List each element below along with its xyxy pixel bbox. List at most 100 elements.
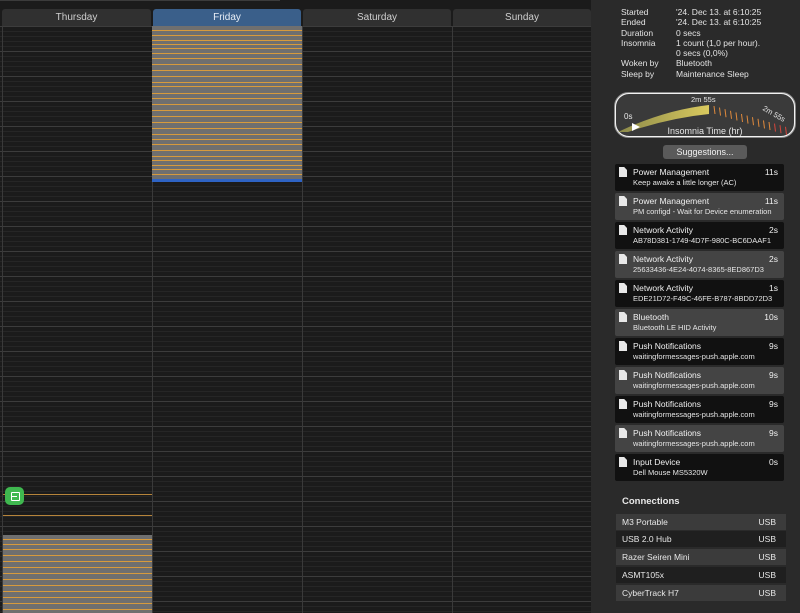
suggestion-duration: 11s (764, 196, 778, 206)
grid-line (0, 231, 591, 232)
grid-line (0, 356, 591, 357)
grid-line (0, 196, 591, 197)
grid-line (0, 471, 591, 472)
suggestion-item[interactable]: Push Notifications 9s waitingformessages-p… (615, 425, 784, 452)
connection-row[interactable]: ASMT105x USB (616, 567, 786, 583)
suggestion-item[interactable]: Power Management 11s PM configd - Wait for… (615, 193, 784, 220)
suggestion-title: Push Notifications (633, 370, 702, 380)
grid-line (0, 451, 591, 452)
sleep-session-end-bar (152, 179, 302, 182)
suggestion-item[interactable]: Network Activity 2s AB78D381-1749-4D7F-980… (615, 222, 784, 249)
sleep-by-value: Maintenance Sleep (676, 68, 749, 79)
sleep-by-label: Sleep by (621, 68, 655, 79)
activity-stripe (3, 539, 152, 540)
grid-line (0, 491, 591, 492)
sleep-session-block[interactable] (3, 535, 152, 613)
activity-stripe (152, 53, 302, 54)
suggestion-item[interactable]: Push Notifications 9s waitingformessages-p… (615, 396, 784, 423)
grid-line (0, 416, 591, 417)
grid-line (0, 301, 591, 302)
suggestion-item[interactable]: Push Notifications 9s waitingformessages-p… (615, 367, 784, 394)
connection-row[interactable]: Razer Seiren Mini USB (616, 549, 786, 565)
grid-line (0, 436, 591, 437)
suggestion-item[interactable]: Power Management 11s Keep awake a little l… (615, 164, 784, 191)
document-icon (619, 341, 627, 351)
suggestion-item[interactable]: Input Device 0s Dell Mouse MS5320W (615, 454, 784, 481)
suggestions-button[interactable]: Suggestions... (663, 145, 747, 159)
sleep-session-block[interactable] (152, 26, 302, 179)
grid-line (0, 256, 591, 257)
calendar-view[interactable]: Thursday Friday Saturday Sunday (0, 0, 591, 613)
grid-line (0, 531, 591, 532)
activity-stripe (3, 573, 152, 574)
grid-line (0, 346, 591, 347)
suggestion-detail: EDE21D72-F49C-46FE-B787-8BDD72D3 (633, 294, 773, 303)
day-tab-sunday[interactable]: Sunday (453, 9, 591, 26)
connection-type: USB (758, 588, 776, 598)
document-icon (619, 428, 627, 438)
grid-line (0, 221, 591, 222)
day-tab-friday[interactable]: Friday (153, 9, 301, 26)
grid-line (0, 501, 591, 502)
activity-stripe (3, 609, 152, 610)
grid-line (0, 201, 591, 202)
suggestion-detail: AB78D381-1749-4D7F-980C-BC6DAAF1 (633, 236, 771, 245)
connection-row[interactable]: USB 2.0 Hub USB (616, 531, 786, 547)
activity-stripe (152, 35, 302, 36)
top-divider (0, 0, 280, 1)
grid-line (0, 521, 591, 522)
grid-line (0, 466, 591, 467)
suggestion-duration: 9s (769, 341, 778, 351)
connection-type: USB (758, 570, 776, 580)
connection-type: USB (758, 534, 776, 544)
grid-line (0, 281, 591, 282)
day-tab-thursday[interactable]: Thursday (2, 9, 151, 26)
suggestion-item[interactable]: Push Notifications 9s waitingformessages-p… (615, 338, 784, 365)
suggestion-detail: waitingformessages-push.apple.com (633, 352, 755, 361)
activity-stripe (152, 70, 302, 71)
suggestion-detail: Dell Mouse MS5320W (633, 468, 708, 477)
connection-row[interactable]: M3 Portable USB (616, 514, 786, 530)
connection-row[interactable]: CyberTrack H7 USB (616, 585, 786, 601)
activity-stripe (3, 561, 152, 562)
grid-line (0, 431, 591, 432)
grid-line (0, 406, 591, 407)
started-value: '24. Dec 13. at 6:10:25 (676, 7, 762, 17)
grid-line (0, 191, 591, 192)
grid-line (0, 271, 591, 272)
suggestion-title: Push Notifications (633, 399, 702, 409)
grid-line (0, 306, 591, 307)
activity-stripe (152, 144, 302, 145)
activity-stripe (152, 58, 302, 59)
day-tab-saturday[interactable]: Saturday (303, 9, 451, 26)
suggestion-item[interactable]: Network Activity 1s EDE21D72-F49C-46FE-B78… (615, 280, 784, 307)
suggestion-item[interactable]: Network Activity 2s 25633436-4E24-4074-836… (615, 251, 784, 278)
sleep-event-icon[interactable] (5, 487, 24, 505)
activity-stripe (3, 555, 152, 556)
grid-line (0, 411, 591, 412)
suggestion-item[interactable]: Bluetooth 10s Bluetooth LE HID Activity (615, 309, 784, 336)
activity-stripe (152, 139, 302, 140)
grid-line (0, 296, 591, 297)
grid-line (0, 391, 591, 392)
activity-stripe (152, 76, 302, 77)
duration-label: Duration (621, 27, 654, 38)
grid-line (0, 376, 591, 377)
activity-stripe (152, 116, 302, 117)
suggestion-title: Push Notifications (633, 341, 702, 351)
activity-stripe (152, 82, 302, 83)
connection-name: ASMT105x (622, 570, 665, 580)
activity-stripe (3, 597, 152, 598)
grid-line (0, 261, 591, 262)
activity-stripe (152, 93, 302, 94)
activity-stripe (3, 603, 152, 604)
suggestion-title: Power Management (633, 167, 710, 177)
wake-event-line (3, 515, 152, 516)
activity-stripe (3, 549, 152, 550)
activity-stripe (152, 44, 302, 45)
document-icon (619, 457, 627, 467)
activity-stripe (152, 40, 302, 41)
grid-line (0, 386, 591, 387)
activity-stripe (152, 156, 302, 157)
activity-stripe (152, 30, 302, 31)
